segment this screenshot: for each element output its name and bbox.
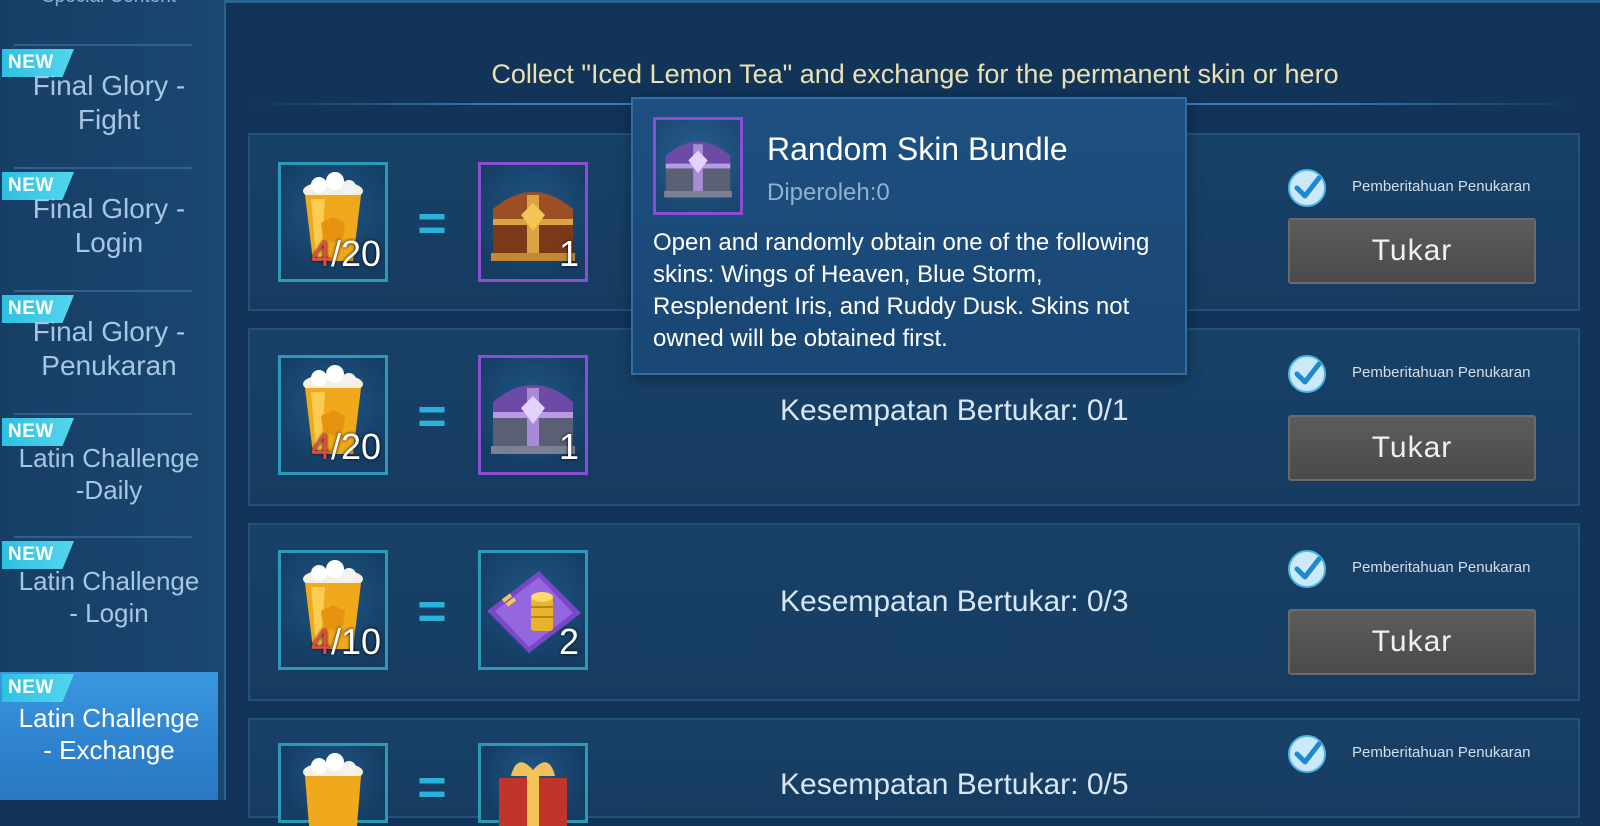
tooltip-obtained-count: Diperoleh:0 (767, 179, 890, 206)
cost-count: 4/20 (311, 426, 381, 468)
notification-checkbox[interactable] (1287, 549, 1327, 589)
equals-sign: = (417, 759, 447, 815)
item-tooltip: Random Skin Bundle Diperoleh:0 Open and … (631, 97, 1187, 375)
notification-checkbox[interactable] (1287, 354, 1327, 394)
tooltip-title: Random Skin Bundle (767, 131, 1068, 167)
exchange-chance-text: Kesempatan Bertukar: 0/3 (780, 585, 1129, 618)
exchange-row: = Kesempatan Bertukar: 0/5 Pemberitahuan… (248, 718, 1580, 826)
cost-have: 4 (310, 621, 331, 662)
cost-item-slot[interactable]: 4/20 (278, 355, 388, 475)
sidebar-item-label: Latin Challenge - Login (18, 566, 200, 628)
reward-quantity: 1 (558, 426, 579, 467)
reward-item-slot[interactable] (478, 743, 588, 826)
tukar-button[interactable]: Tukar (1288, 609, 1536, 675)
cost-have: 4 (310, 233, 331, 274)
event-description: Collect "Iced Lemon Tea" and exchange fo… (491, 59, 1339, 89)
notification-label: Pemberitahuan Penukaran (1352, 744, 1531, 761)
tukar-button[interactable]: Tukar (1288, 218, 1536, 284)
treasure-chest-purple-icon (664, 141, 732, 198)
sidebar-item-final-glory-login[interactable]: NEW Final Glory - Login (0, 170, 218, 290)
cost-need: /20 (330, 233, 381, 274)
notification-checkbox[interactable] (1287, 168, 1327, 208)
reward-item-slot[interactable]: 2 (478, 550, 588, 670)
sidebar-item-latin-challenge-exchange[interactable]: NEW Latin Challenge - Exchange (0, 672, 218, 800)
cost-item-slot[interactable]: 4/10 (278, 550, 388, 670)
top-border (224, 0, 1600, 3)
sidebar-divider (14, 44, 192, 46)
cost-need: /10 (330, 621, 381, 662)
equals-sign: = (417, 583, 447, 639)
reward-quantity: 1 (558, 233, 579, 274)
cost-item-slot[interactable]: 4/20 (278, 162, 388, 282)
exchange-chance-text: Kesempatan Bertukar: 0/5 (780, 768, 1129, 801)
iced-lemon-tea-icon (303, 753, 363, 826)
sidebar-item-label: Latin Challenge -Daily (18, 443, 200, 505)
sidebar-item-partial[interactable]: Special Content (0, 0, 218, 12)
sidebar-item-final-glory-fight[interactable]: NEW Final Glory - Fight (0, 47, 218, 167)
sidebar-item-label: Final Glory - Login (32, 193, 186, 258)
cost-count: 4/20 (311, 233, 381, 275)
sidebar-divider (14, 167, 192, 169)
sidebar-item-label: Final Glory - Penukaran (32, 316, 186, 381)
reward-item-slot[interactable]: 1 (478, 162, 588, 282)
notification-label: Pemberitahuan Penukaran (1352, 178, 1531, 195)
sidebar: Special Content NEW Final Glory - Fight … (0, 0, 226, 800)
exchange-chance-text: Kesempatan Bertukar: 0/1 (780, 394, 1129, 427)
reward-item-slot[interactable]: 1 (478, 355, 588, 475)
cost-count: 4/10 (311, 621, 381, 663)
cost-need: /20 (330, 426, 381, 467)
sidebar-item-latin-challenge-daily[interactable]: NEW Latin Challenge -Daily (0, 416, 218, 536)
cost-item-slot[interactable] (278, 743, 388, 826)
equals-sign: = (417, 195, 447, 251)
tooltip-description: Open and randomly obtain one of the foll… (653, 229, 1150, 352)
tooltip-item-slot (653, 117, 743, 215)
reward-quantity: 2 (558, 621, 579, 662)
new-badge: NEW (2, 674, 74, 702)
sidebar-item-label: Final Glory - Fight (32, 70, 186, 135)
sidebar-divider (14, 536, 192, 538)
sidebar-item-final-glory-penukaran[interactable]: NEW Final Glory - Penukaran (0, 293, 218, 413)
equals-sign: = (417, 388, 447, 444)
exchange-row: 4/10 = 2 Kesempatan Bertukar: 0/3 Pember… (248, 523, 1580, 701)
notification-label: Pemberitahuan Penukaran (1352, 364, 1531, 381)
sidebar-divider (14, 290, 192, 292)
notification-label: Pemberitahuan Penukaran (1352, 559, 1531, 576)
sidebar-item-label: Latin Challenge - Exchange (18, 703, 200, 765)
gift-box-icon (499, 762, 567, 826)
cost-have: 4 (310, 426, 331, 467)
sidebar-item-latin-challenge-login[interactable]: NEW Latin Challenge - Login (0, 539, 218, 659)
sidebar-divider (14, 413, 192, 415)
tukar-button[interactable]: Tukar (1288, 415, 1536, 481)
notification-checkbox[interactable] (1287, 734, 1327, 774)
